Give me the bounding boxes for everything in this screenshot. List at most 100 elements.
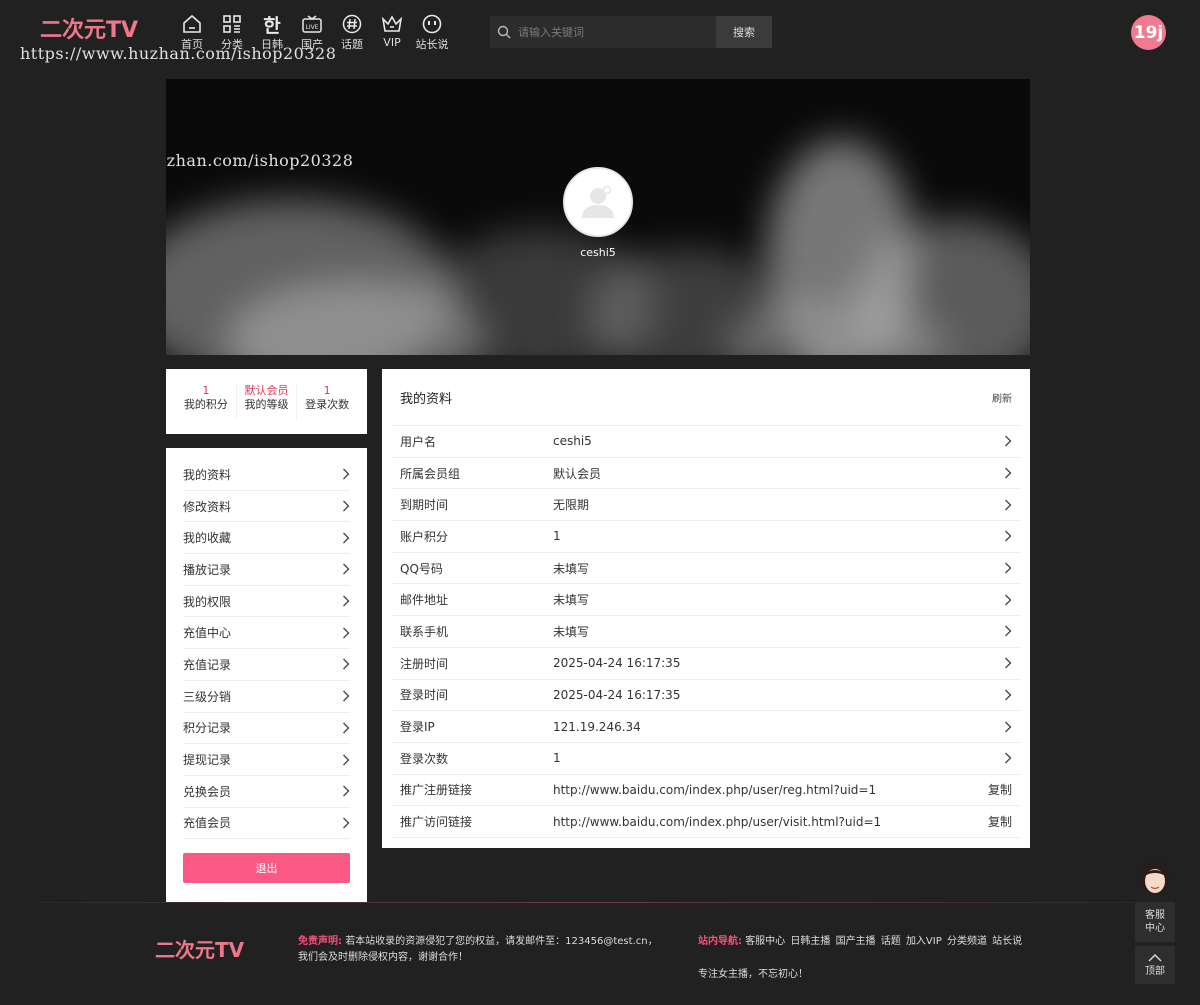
user-stats: 1 我的积分 默认会员 我的等级 1 登录次数 bbox=[166, 369, 367, 434]
profile-row[interactable]: 邮件地址 未填写 bbox=[392, 584, 1020, 617]
profile-row-value: 2025-04-24 16:17:35 bbox=[553, 687, 681, 702]
profile-row[interactable]: 登录时间 2025-04-24 16:17:35 bbox=[392, 680, 1020, 712]
customer-service-widget[interactable]: 客服 中心 bbox=[1135, 860, 1175, 942]
footer-nav-link[interactable]: 站长说 bbox=[992, 936, 1022, 947]
profile-row[interactable]: 用户名 ceshi5 bbox=[392, 426, 1020, 458]
nav-label: 首页 bbox=[181, 38, 203, 51]
refresh-link[interactable]: 刷新 bbox=[992, 390, 1012, 405]
nav-item-admin-says[interactable]: 站长说 bbox=[412, 12, 452, 52]
menu-item[interactable]: 充值会员 bbox=[183, 808, 350, 840]
search-input[interactable] bbox=[518, 16, 716, 48]
service-center-button[interactable]: 客服 中心 bbox=[1135, 902, 1175, 942]
service-agent-icon bbox=[1135, 860, 1175, 902]
chevron-right-icon bbox=[1004, 721, 1012, 733]
profile-row[interactable]: 推广注册链接 http://www.baidu.com/index.php/use… bbox=[392, 775, 1020, 807]
profile-row[interactable]: 到期时间 无限期 bbox=[392, 489, 1020, 522]
profile-row-value: 未填写 bbox=[553, 624, 590, 639]
profile-row-value: 121.19.246.34 bbox=[553, 719, 641, 734]
menu-item-label: 我的收藏 bbox=[183, 531, 232, 546]
copy-button[interactable]: 复制 bbox=[988, 781, 1012, 798]
menu-item[interactable]: 积分记录 bbox=[183, 713, 350, 745]
profile-row[interactable]: QQ号码 未填写 bbox=[392, 553, 1020, 585]
site-logo[interactable]: 二次元TV bbox=[40, 12, 138, 44]
footer-slogan: 专注女主播，不忘初心！ bbox=[698, 969, 808, 980]
profile-row-label: QQ号码 bbox=[400, 561, 443, 576]
profile-row[interactable]: 登录IP 121.19.246.34 bbox=[392, 711, 1020, 743]
back-to-top-button[interactable]: 顶部 bbox=[1135, 946, 1175, 984]
chevron-right-icon bbox=[342, 627, 350, 639]
crown-icon bbox=[372, 12, 412, 36]
profile-panel: 我的资料 刷新 用户名 ceshi5 所属会员组 默认会员 到期时间 无限期账户积分 1 QQ… bbox=[382, 369, 1030, 848]
service-label-1: 客服 bbox=[1145, 910, 1165, 921]
nav-item-domestic[interactable]: LIVE 国产 bbox=[292, 12, 332, 52]
profile-row-value: ceshi5 bbox=[553, 434, 592, 449]
chevron-right-icon bbox=[342, 817, 350, 829]
menu-item-label: 提现记录 bbox=[183, 753, 232, 768]
profile-row[interactable]: 登录次数 1 bbox=[392, 743, 1020, 775]
menu-item[interactable]: 我的资料 bbox=[183, 459, 350, 491]
chevron-right-icon bbox=[1004, 562, 1012, 574]
profile-row-label: 用户名 bbox=[400, 434, 437, 449]
profile-row[interactable]: 联系手机 未填写 bbox=[392, 616, 1020, 648]
nav-item-home[interactable]: 首页 bbox=[172, 12, 212, 52]
menu-item[interactable]: 播放记录 bbox=[183, 554, 350, 586]
header: 二次元TV https://www.huzhan.com/ishop20328 … bbox=[0, 0, 1200, 64]
menu-item-label: 充值会员 bbox=[183, 816, 232, 831]
stat-value: 1 bbox=[202, 384, 210, 397]
chevron-right-icon bbox=[342, 532, 350, 544]
footer-nav-link[interactable]: 话题 bbox=[881, 936, 901, 947]
profile-row-value: 1 bbox=[553, 529, 561, 544]
profile-row-label: 所属会员组 bbox=[400, 466, 461, 481]
menu-item-label: 修改资料 bbox=[183, 499, 232, 514]
footer-nav: 站内导航: 客服中心 日韩主播 国产主播 话题 加入VIP 分类频道 站长说 bbox=[698, 934, 1024, 950]
home-icon bbox=[172, 12, 212, 36]
menu-item[interactable]: 修改资料 bbox=[183, 491, 350, 523]
nav-label: 站长说 bbox=[415, 38, 449, 51]
chevron-right-icon bbox=[1004, 435, 1012, 447]
menu-item-label: 充值记录 bbox=[183, 657, 232, 672]
profile-row[interactable]: 所属会员组 默认会员 bbox=[392, 458, 1020, 490]
footer-logo[interactable]: 二次元TV bbox=[155, 934, 244, 963]
stat-label: 登录次数 bbox=[305, 398, 350, 411]
profile-row-label: 账户积分 bbox=[400, 529, 449, 544]
profile-row[interactable]: 账户积分 1 bbox=[392, 521, 1020, 553]
profile-row[interactable]: 注册时间 2025-04-24 16:17:35 bbox=[392, 648, 1020, 680]
nav-item-vip[interactable]: VIP bbox=[372, 12, 412, 52]
menu-item[interactable]: 充值记录 bbox=[183, 649, 350, 681]
profile-row-value: 1 bbox=[553, 751, 561, 766]
nav-item-topic[interactable]: 话题 bbox=[332, 12, 372, 52]
footer-nav-link[interactable]: 客服中心 bbox=[745, 936, 785, 947]
chevron-right-icon bbox=[1004, 499, 1012, 511]
footer-divider bbox=[40, 902, 1135, 903]
logout-button[interactable]: 退出 bbox=[183, 853, 350, 884]
menu-item[interactable]: 三级分销 bbox=[183, 681, 350, 713]
search-button[interactable]: 搜索 bbox=[716, 16, 772, 48]
footer-nav-link[interactable]: 国产主播 bbox=[836, 936, 876, 947]
nav-item-jpkr[interactable]: 한 日韩 bbox=[252, 12, 292, 52]
menu-item[interactable]: 提现记录 bbox=[183, 744, 350, 776]
menu-item[interactable]: 充值中心 bbox=[183, 617, 350, 650]
user-avatar-badge[interactable]: 19j bbox=[1131, 15, 1166, 50]
profile-row-value: 未填写 bbox=[553, 561, 590, 576]
chevron-right-icon bbox=[1004, 530, 1012, 542]
menu-item-label: 我的权限 bbox=[183, 594, 232, 609]
menu-item[interactable]: 兑换会员 bbox=[183, 776, 350, 808]
user-avatar[interactable] bbox=[563, 167, 633, 237]
footer-nav-link[interactable]: 加入VIP bbox=[906, 936, 942, 947]
panel-header: 我的资料 刷新 bbox=[392, 369, 1020, 426]
disclaimer: 免责声明: 若本站收录的资源侵犯了您的权益，请发邮件至：123456@test.… bbox=[298, 934, 658, 966]
stat-level: 默认会员 我的等级 bbox=[237, 384, 298, 419]
chevron-right-icon bbox=[342, 595, 350, 607]
panel-title: 我的资料 bbox=[400, 391, 453, 407]
menu-item[interactable]: 我的收藏 bbox=[183, 522, 350, 555]
footer-nav-link[interactable]: 分类频道 bbox=[947, 936, 987, 947]
profile-row[interactable]: 推广访问链接 http://www.baidu.com/index.php/use… bbox=[392, 806, 1020, 838]
nav-item-category[interactable]: 分类 bbox=[212, 12, 252, 52]
menu-item-label: 播放记录 bbox=[183, 562, 232, 577]
profile-row-label: 推广注册链接 bbox=[400, 783, 473, 798]
menu-item[interactable]: 我的权限 bbox=[183, 586, 350, 618]
stat-value: 1 bbox=[323, 384, 331, 397]
stat-value: 默认会员 bbox=[244, 384, 289, 397]
footer-nav-link[interactable]: 日韩主播 bbox=[790, 936, 830, 947]
copy-button[interactable]: 复制 bbox=[988, 813, 1012, 830]
